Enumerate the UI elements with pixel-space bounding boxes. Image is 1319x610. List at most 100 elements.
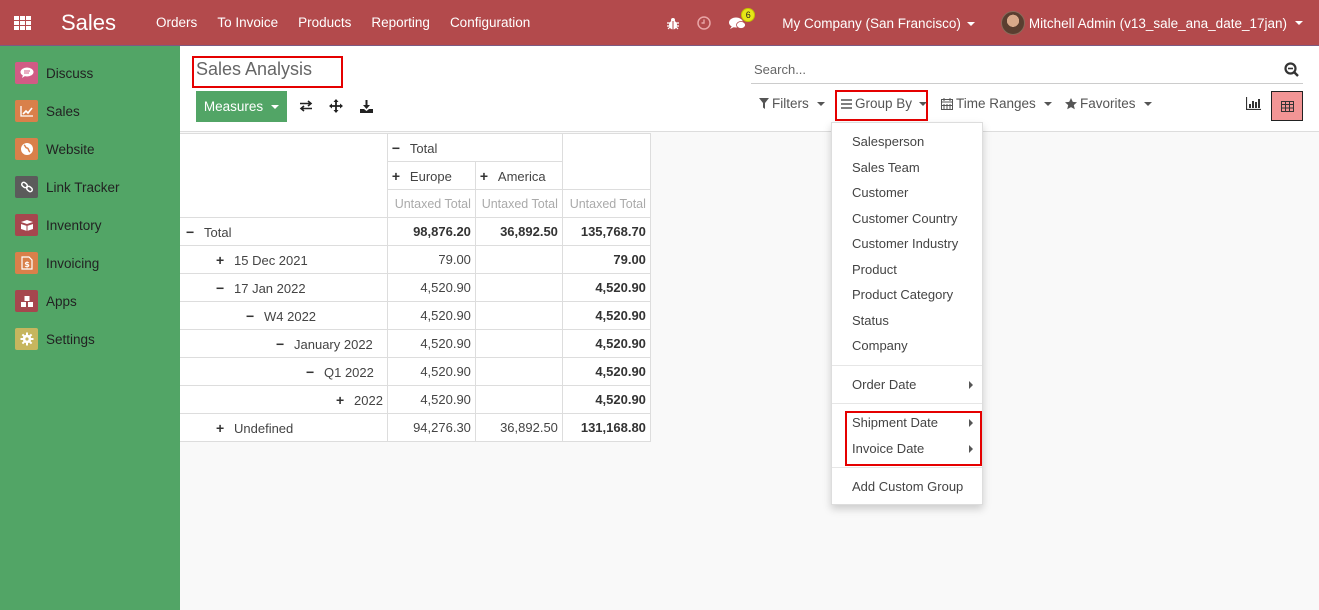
groupby-option-product-category[interactable]: Product Category: [832, 282, 982, 308]
expand-all-icon[interactable]: [328, 98, 344, 114]
pivot-cell[interactable]: 131,168.80: [561, 413, 651, 442]
sidebar-label: Invoicing: [46, 255, 100, 271]
pivot-cell[interactable]: 4,520.90: [561, 273, 651, 302]
pivot-cell[interactable]: [474, 273, 563, 302]
pivot-row: + Undefined 94,276.30 36,892.50 131,168.80: [180, 413, 651, 442]
pivot-cell[interactable]: 4,520.90: [386, 385, 476, 414]
menu-orders[interactable]: Orders: [156, 15, 197, 30]
user-menu[interactable]: Mitchell Admin (v13_sale_ana_date_17jan): [1000, 11, 1303, 35]
star-icon: [1065, 97, 1077, 110]
pivot-cell[interactable]: [474, 245, 563, 274]
groupby-option-shipment-date[interactable]: Shipment Date: [832, 410, 982, 436]
time-ranges-button[interactable]: Time Ranges: [941, 96, 1052, 111]
row-header[interactable]: +2022: [180, 385, 388, 414]
navbar-systray: 6 My Company (San Francisco) Mitchell Ad…: [667, 0, 1319, 46]
sidebar-item-sales[interactable]: Sales: [0, 92, 180, 130]
menu-products[interactable]: Products: [298, 15, 351, 30]
company-switcher[interactable]: My Company (San Francisco): [782, 16, 975, 31]
sidebar-item-link-tracker[interactable]: Link Tracker: [0, 168, 180, 206]
sidebar-item-settings[interactable]: Settings: [0, 320, 180, 358]
download-icon[interactable]: [358, 98, 374, 114]
col-header-total[interactable]: − Total: [386, 133, 563, 162]
col-header-europe[interactable]: + Europe: [386, 161, 476, 190]
row-header[interactable]: −17 Jan 2022: [180, 273, 388, 302]
groupby-add-custom-group[interactable]: Add Custom Group: [832, 474, 982, 500]
measures-button[interactable]: Measures: [196, 91, 287, 122]
bars-icon: [841, 98, 852, 109]
groupby-dropdown: Salesperson Sales Team Customer Customer…: [831, 122, 983, 505]
debug-bug-icon[interactable]: [667, 17, 680, 30]
groupby-option-customer[interactable]: Customer: [832, 180, 982, 206]
sidebar-label: Link Tracker: [46, 179, 120, 195]
option-label: Order Date: [852, 376, 917, 392]
sidebar-item-invoicing[interactable]: $ Invoicing: [0, 244, 180, 282]
pivot-cell[interactable]: 98,876.20: [386, 217, 476, 246]
row-header[interactable]: − Q1 2022: [180, 357, 388, 386]
groupby-option-sales-team[interactable]: Sales Team: [832, 155, 982, 181]
measure-header[interactable]: Untaxed Total: [386, 189, 476, 218]
pivot-cell[interactable]: 4,520.90: [561, 329, 651, 358]
pivot-view-icon[interactable]: [1271, 91, 1303, 121]
menu-configuration[interactable]: Configuration: [450, 15, 530, 30]
sidebar-item-website[interactable]: Website: [0, 130, 180, 168]
pivot-cell[interactable]: 135,768.70: [561, 217, 651, 246]
messages-icon[interactable]: 6: [729, 7, 756, 30]
row-label: 17 Jan 2022: [234, 280, 306, 296]
apps-menu-icon[interactable]: [14, 15, 32, 30]
sidebar-item-apps[interactable]: Apps: [0, 282, 180, 320]
company-name: My Company (San Francisco): [782, 15, 961, 31]
pivot-cell[interactable]: [474, 385, 563, 414]
row-header[interactable]: +15 Dec 2021: [180, 245, 388, 274]
pivot-cell[interactable]: 4,520.90: [386, 301, 476, 330]
menu-reporting[interactable]: Reporting: [371, 15, 430, 30]
pivot-cell[interactable]: 4,520.90: [561, 301, 651, 330]
groupby-option-invoice-date[interactable]: Invoice Date: [832, 436, 982, 462]
pivot-cell[interactable]: [474, 357, 563, 386]
sidebar-item-inventory[interactable]: Inventory: [0, 206, 180, 244]
pivot-cell[interactable]: 79.00: [561, 245, 651, 274]
graph-view-icon[interactable]: [1245, 97, 1261, 113]
caret-down-icon: [1295, 21, 1303, 25]
search-icon[interactable]: [1284, 62, 1299, 80]
pivot-cell[interactable]: 36,892.50: [474, 217, 563, 246]
measure-header[interactable]: Untaxed Total: [474, 189, 563, 218]
groupby-option-status[interactable]: Status: [832, 308, 982, 334]
pivot-cell[interactable]: 79.00: [386, 245, 476, 274]
col-header-america[interactable]: + America: [474, 161, 563, 190]
activity-clock-icon[interactable]: [697, 16, 712, 30]
pivot-cell[interactable]: 94,276.30: [386, 413, 476, 442]
groupby-option-product[interactable]: Product: [832, 257, 982, 283]
top-navbar: Sales Orders To Invoice Products Reporti…: [0, 0, 1319, 46]
row-header[interactable]: − Total: [180, 217, 388, 246]
groupby-option-order-date[interactable]: Order Date: [832, 372, 982, 398]
groupby-option-company[interactable]: Company: [832, 333, 982, 359]
pivot-cell[interactable]: [474, 301, 563, 330]
groupby-option-salesperson[interactable]: Salesperson: [832, 129, 982, 155]
groupby-option-customer-country[interactable]: Customer Country: [832, 206, 982, 232]
groupby-option-customer-industry[interactable]: Customer Industry: [832, 231, 982, 257]
row-header[interactable]: − January 2022: [180, 329, 388, 358]
cubes-icon: [15, 290, 38, 312]
row-header[interactable]: + Undefined: [180, 413, 388, 442]
pivot-cell[interactable]: 4,520.90: [386, 357, 476, 386]
pivot-cell[interactable]: [474, 329, 563, 358]
sidebar-item-discuss[interactable]: Discuss: [0, 54, 180, 92]
pivot-cell[interactable]: 4,520.90: [386, 273, 476, 302]
pivot-cell[interactable]: 36,892.50: [474, 413, 563, 442]
page-title: Sales Analysis: [196, 59, 313, 79]
search-input[interactable]: [751, 57, 1271, 82]
row-label: W4 2022: [264, 308, 317, 324]
pivot-cell[interactable]: 4,520.90: [386, 329, 476, 358]
row-header[interactable]: − W4 2022: [180, 301, 388, 330]
pivot-cell[interactable]: 4,520.90: [561, 385, 651, 414]
flip-axis-icon[interactable]: [298, 98, 314, 114]
app-brand[interactable]: Sales: [61, 10, 116, 36]
sidebar-label: Website: [46, 141, 95, 157]
option-label: Shipment Date: [852, 415, 938, 431]
menu-to-invoice[interactable]: To Invoice: [217, 15, 278, 30]
pivot-cell[interactable]: 4,520.90: [561, 357, 651, 386]
groupby-button[interactable]: Group By: [841, 96, 928, 111]
filters-button[interactable]: Filters: [759, 96, 825, 111]
favorites-button[interactable]: Favorites: [1065, 96, 1152, 111]
measure-header[interactable]: Untaxed Total: [561, 189, 651, 218]
